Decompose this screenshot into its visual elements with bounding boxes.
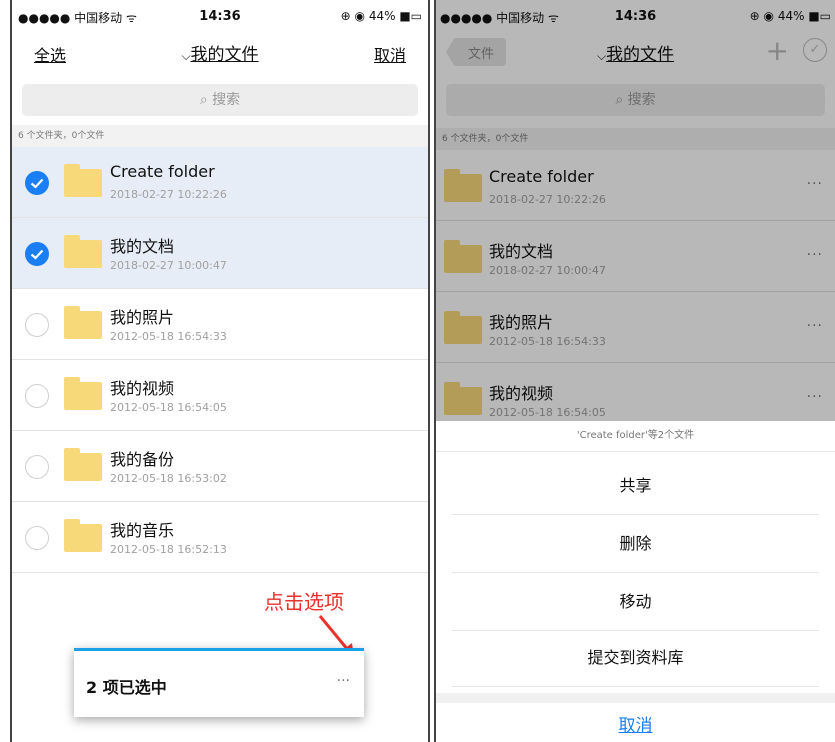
- search-input[interactable]: ⌕ 搜索: [22, 84, 418, 116]
- battery-indicator: ⊕ ◉ 44% ■▭: [340, 9, 422, 23]
- check-icon: [30, 178, 44, 189]
- checkbox-unchecked[interactable]: [25, 526, 49, 550]
- folder-icon: [64, 448, 102, 481]
- page-title: 我的文件: [190, 45, 259, 65]
- status-bar: ●●●●● 中国移动 ᯤ 14:36 ⊕ ◉ 44% ■▭: [12, 0, 428, 32]
- list-item[interactable]: 我的视频 2012-05-18 16:54:05: [12, 360, 428, 431]
- selection-count: 2 项已选中: [86, 678, 167, 697]
- share-button[interactable]: 共享: [452, 457, 819, 515]
- file-date: 2012-05-18 16:52:13: [110, 543, 227, 556]
- right-screen: ●●●●● 中国移动 ᯤ 14:36 ⊕ ◉ 44% ■▭ 文件 ⌵我的文件 +…: [434, 0, 835, 742]
- checkbox-unchecked[interactable]: [25, 455, 49, 479]
- chevron-down-icon: ⌵: [181, 49, 191, 63]
- search-icon: ⌕: [199, 92, 208, 108]
- search-placeholder: 搜索: [212, 92, 241, 108]
- delete-button[interactable]: 删除: [452, 515, 819, 573]
- file-name: 我的照片: [110, 308, 175, 327]
- annotation-label: 点击选项: [264, 590, 344, 614]
- folder-icon: [64, 164, 102, 197]
- submit-to-library-button[interactable]: 提交到资料库: [452, 629, 819, 687]
- folder-icon: [64, 377, 102, 410]
- folder-title-dropdown[interactable]: ⌵我的文件: [12, 40, 428, 65]
- file-name: 我的视频: [110, 379, 175, 398]
- dim-overlay[interactable]: [436, 0, 835, 421]
- file-name: Create folder: [110, 162, 215, 181]
- nav-bar: 全选 ⌵我的文件 取消: [12, 32, 428, 74]
- list-item[interactable]: 我的音乐 2012-05-18 16:52:13: [12, 502, 428, 573]
- file-date: 2012-05-18 16:53:02: [110, 472, 227, 485]
- file-date: 2018-02-27 10:22:26: [110, 188, 227, 201]
- list-item[interactable]: 我的文档 2018-02-27 10:00:47: [12, 218, 428, 289]
- checkbox-checked[interactable]: [25, 242, 49, 266]
- folder-icon: [64, 306, 102, 339]
- file-name: 我的音乐: [110, 521, 175, 540]
- file-date: 2012-05-18 16:54:05: [110, 401, 227, 414]
- checkbox-unchecked[interactable]: [25, 313, 49, 337]
- file-name: 我的备份: [110, 450, 175, 469]
- sheet-cancel-button[interactable]: 取消: [436, 711, 835, 736]
- selection-bar: 2 项已选中 ···: [74, 648, 364, 717]
- more-options-button[interactable]: ···: [337, 673, 350, 689]
- cancel-button[interactable]: 取消: [374, 42, 406, 66]
- list-item[interactable]: 我的备份 2012-05-18 16:53:02: [12, 431, 428, 502]
- file-date: 2018-02-27 10:00:47: [110, 259, 227, 272]
- checkbox-checked[interactable]: [25, 171, 49, 195]
- left-screen: ●●●●● 中国移动 ᯤ 14:36 ⊕ ◉ 44% ■▭ 全选 ⌵我的文件 取…: [10, 0, 430, 742]
- folder-icon: [64, 519, 102, 552]
- action-sheet-title: 'Create folder'等2个文件: [436, 421, 835, 452]
- list-item[interactable]: Create folder 2018-02-27 10:22:26: [12, 147, 428, 218]
- file-date: 2012-05-18 16:54:33: [110, 330, 227, 343]
- sheet-divider: [436, 693, 835, 703]
- folder-icon: [64, 235, 102, 268]
- file-name: 我的文档: [110, 237, 175, 256]
- move-button[interactable]: 移动: [452, 573, 819, 631]
- check-icon: [30, 249, 44, 260]
- checkbox-unchecked[interactable]: [25, 384, 49, 408]
- action-sheet: 'Create folder'等2个文件 共享 删除 移动 提交到资料库 取消: [436, 421, 835, 742]
- list-item[interactable]: 我的照片 2012-05-18 16:54:33: [12, 289, 428, 360]
- item-count: 6 个文件夹，0个文件: [12, 125, 428, 147]
